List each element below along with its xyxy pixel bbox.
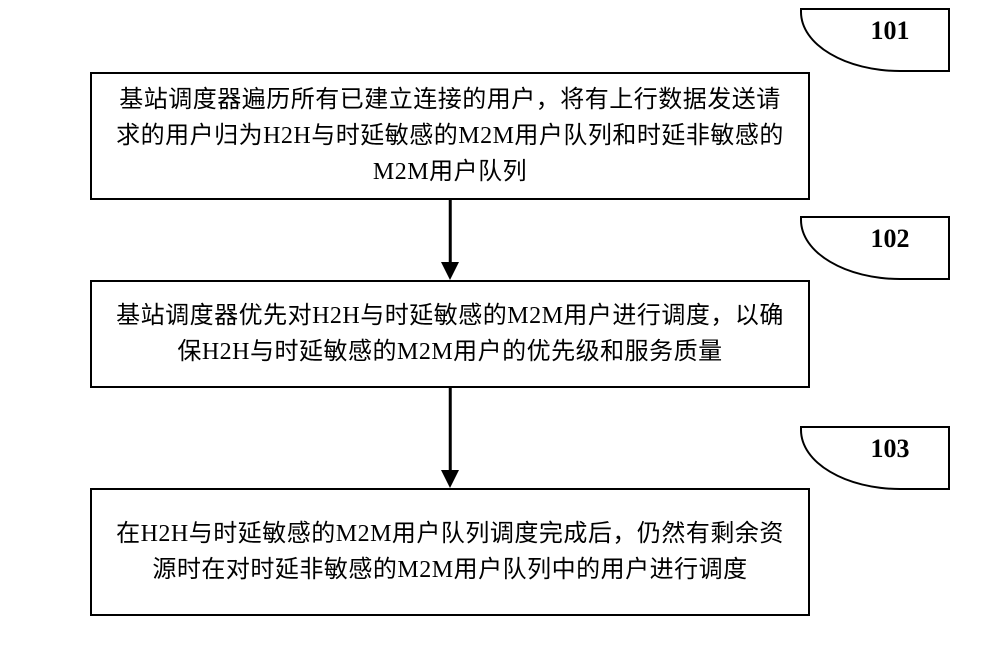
step-text: 基站调度器遍历所有已建立连接的用户，将有上行数据发送请求的用户归为H2H与时延敏… [116, 82, 784, 190]
step-label-text: 101 [871, 16, 910, 46]
step-label-text: 102 [871, 224, 910, 254]
arrow-head-icon [441, 470, 459, 488]
step-label-103: 103 [800, 426, 950, 490]
step-text: 基站调度器优先对H2H与时延敏感的M2M用户进行调度，以确保H2H与时延敏感的M… [116, 298, 784, 370]
step-box-103: 在H2H与时延敏感的M2M用户队列调度完成后，仍然有剩余资源时在对时延非敏感的M… [90, 488, 810, 616]
step-box-101: 基站调度器遍历所有已建立连接的用户，将有上行数据发送请求的用户归为H2H与时延敏… [90, 72, 810, 200]
step-label-102: 102 [800, 216, 950, 280]
arrow-head-icon [441, 262, 459, 280]
step-text: 在H2H与时延敏感的M2M用户队列调度完成后，仍然有剩余资源时在对时延非敏感的M… [116, 516, 784, 588]
arrow-line [449, 388, 452, 470]
step-label-text: 103 [871, 434, 910, 464]
arrow-line [449, 200, 452, 262]
step-box-102: 基站调度器优先对H2H与时延敏感的M2M用户进行调度，以确保H2H与时延敏感的M… [90, 280, 810, 388]
flowchart: 101 基站调度器遍历所有已建立连接的用户，将有上行数据发送请求的用户归为H2H… [0, 0, 1000, 656]
step-label-101: 101 [800, 8, 950, 72]
